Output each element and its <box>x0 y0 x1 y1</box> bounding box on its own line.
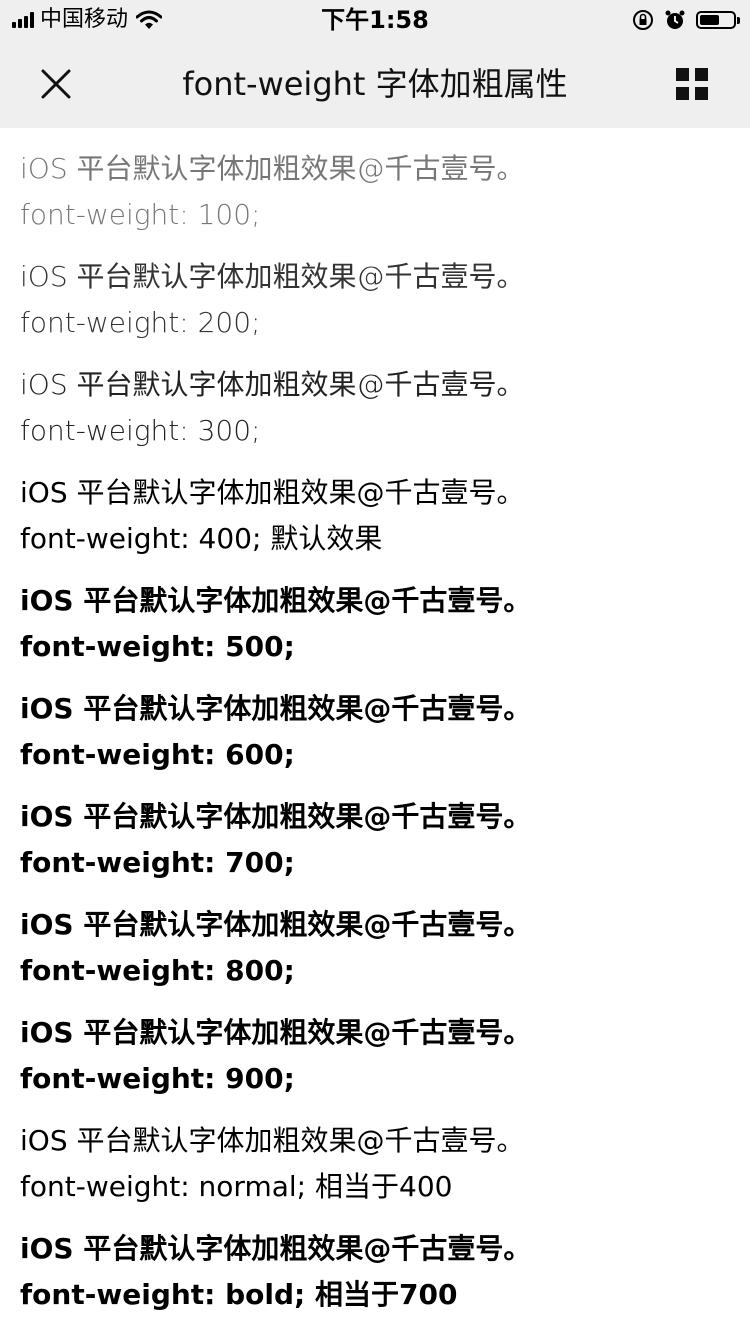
battery-level <box>700 15 720 25</box>
weight-sample-300: iOS 平台默认字体加粗效果@千古壹号。 font-weight: 300; <box>20 362 730 470</box>
weight-sample-400: iOS 平台默认字体加粗效果@千古壹号。 font-weight: 400; 默… <box>20 470 730 578</box>
battery-icon <box>696 11 740 29</box>
grid-menu-icon[interactable] <box>674 66 710 102</box>
sample-text: iOS 平台默认字体加粗效果@千古壹号。 <box>20 1232 532 1265</box>
weight-sample-100: iOS 平台默认字体加粗效果@千古壹号。 font-weight: 100; <box>20 146 730 254</box>
sample-rule: font-weight: 900; <box>20 1062 295 1095</box>
sample-rule: font-weight: 500; <box>20 630 295 663</box>
sample-rule: font-weight: 400; 默认效果 <box>20 522 383 555</box>
sample-rule: font-weight: normal; 相当于400 <box>20 1170 453 1203</box>
orientation-lock-icon <box>633 10 653 30</box>
weight-sample-600: iOS 平台默认字体加粗效果@千古壹号。 font-weight: 600; <box>20 686 730 794</box>
status-bar: 中国移动 下午1:58 <box>0 0 750 40</box>
sample-text: iOS 平台默认字体加粗效果@千古壹号。 <box>20 800 532 833</box>
weight-sample-700: iOS 平台默认字体加粗效果@千古壹号。 font-weight: 700; <box>20 794 730 902</box>
sample-text: iOS 平台默认字体加粗效果@千古壹号。 <box>20 692 532 725</box>
close-icon[interactable] <box>38 66 74 102</box>
sample-rule: font-weight: 700; <box>20 846 295 879</box>
weight-sample-list: iOS 平台默认字体加粗效果@千古壹号。 font-weight: 100; i… <box>20 146 730 1334</box>
weight-sample-normal: iOS 平台默认字体加粗效果@千古壹号。 font-weight: normal… <box>20 1118 730 1226</box>
alarm-icon <box>665 10 685 29</box>
sample-rule: font-weight: bold; 相当于700 <box>20 1278 458 1311</box>
weight-sample-200: iOS 平台默认字体加粗效果@千古壹号。 font-weight: 200; <box>20 254 730 362</box>
sample-text: iOS 平台默认字体加粗效果@千古壹号。 <box>20 476 525 509</box>
sample-text: iOS 平台默认字体加粗效果@千古壹号。 <box>20 152 525 185</box>
status-right <box>632 8 740 32</box>
sample-rule: font-weight: 300; <box>20 414 261 447</box>
sample-text: iOS 平台默认字体加粗效果@千古壹号。 <box>20 260 525 293</box>
sample-text: iOS 平台默认字体加粗效果@千古壹号。 <box>20 1124 525 1157</box>
weight-sample-bold: iOS 平台默认字体加粗效果@千古壹号。 font-weight: bold; … <box>20 1226 730 1334</box>
weight-sample-500: iOS 平台默认字体加粗效果@千古壹号。 font-weight: 500; <box>20 578 730 686</box>
sample-rule: font-weight: 100; <box>20 198 261 231</box>
sample-rule: font-weight: 200; <box>20 306 261 339</box>
nav-bar: font-weight 字体加粗属性 <box>0 40 750 128</box>
sample-rule: font-weight: 600; <box>20 738 295 771</box>
page-title: font-weight 字体加粗属性 <box>182 65 568 103</box>
sample-rule: font-weight: 800; <box>20 954 295 987</box>
sample-text: iOS 平台默认字体加粗效果@千古壹号。 <box>20 908 532 941</box>
sample-text: iOS 平台默认字体加粗效果@千古壹号。 <box>20 368 525 401</box>
sample-text: iOS 平台默认字体加粗效果@千古壹号。 <box>20 584 532 617</box>
weight-sample-800: iOS 平台默认字体加粗效果@千古壹号。 font-weight: 800; <box>20 902 730 1010</box>
sample-text: iOS 平台默认字体加粗效果@千古壹号。 <box>20 1016 532 1049</box>
weight-sample-900: iOS 平台默认字体加粗效果@千古壹号。 font-weight: 900; <box>20 1010 730 1118</box>
